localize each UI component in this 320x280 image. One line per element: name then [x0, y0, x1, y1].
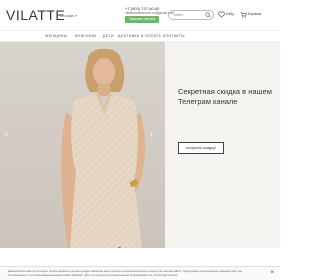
chevron-down-icon: ▼ — [74, 14, 78, 18]
heart-icon[interactable] — [218, 11, 225, 18]
site-header: VILATTE Москва▼ +7 (903) 737-40-00 vilat… — [0, 0, 280, 30]
cookie-banner: Данный веб-сайт использует cookie-файлы … — [0, 266, 280, 280]
search-input[interactable]: найти — [174, 13, 183, 17]
cart-label[interactable]: Корзина — [248, 12, 261, 16]
cookie-notice-text: Данный веб-сайт использует cookie-файлы … — [8, 269, 242, 277]
nav-item-men[interactable]: МУЖЧИНЫ — [75, 34, 96, 38]
callback-button[interactable]: Заказать звонок — [125, 16, 159, 23]
slider-dot[interactable] — [124, 247, 127, 248]
slider-dots — [118, 237, 142, 248]
model-photo — [60, 48, 145, 248]
city-label: Москва — [60, 13, 74, 18]
close-icon[interactable]: × — [270, 270, 274, 276]
search-icon[interactable] — [205, 12, 211, 18]
next-slide-arrow-icon[interactable]: › — [150, 129, 153, 139]
wishlist-label[interactable]: Избр. — [226, 12, 235, 16]
slider-dot[interactable] — [130, 247, 133, 248]
cart-icon[interactable] — [240, 11, 247, 18]
city-selector[interactable]: Москва▼ — [60, 13, 78, 18]
nav-item-contacts[interactable]: КОНТАКТЫ — [163, 34, 185, 38]
nav-item-kids[interactable]: ДЕТИ — [103, 34, 114, 38]
promo-title: Секретная скидка в нашем Телеграм канале — [178, 87, 272, 106]
prev-slide-arrow-icon[interactable]: ‹ — [5, 129, 8, 139]
slider-dot[interactable] — [136, 247, 139, 248]
nav-item-delivery[interactable]: ДОСТАВКА И ОПЛАТА — [118, 34, 161, 38]
search-box[interactable]: найти — [168, 10, 214, 20]
nav-item-women[interactable]: ЖЕНЩИНЫ — [45, 34, 67, 38]
main-nav: ЖЕНЩИНЫ МУЖЧИНЫ ДЕТИ ДОСТАВКА И ОПЛАТА К… — [0, 30, 280, 42]
slider-dot[interactable] — [118, 247, 121, 248]
get-discount-button[interactable]: получить скидку! — [178, 142, 224, 154]
hero-banner[interactable]: ‹ › Секретная скидка в нашем Телеграм ка… — [0, 42, 280, 248]
site-logo[interactable]: VILATTE — [6, 7, 65, 23]
